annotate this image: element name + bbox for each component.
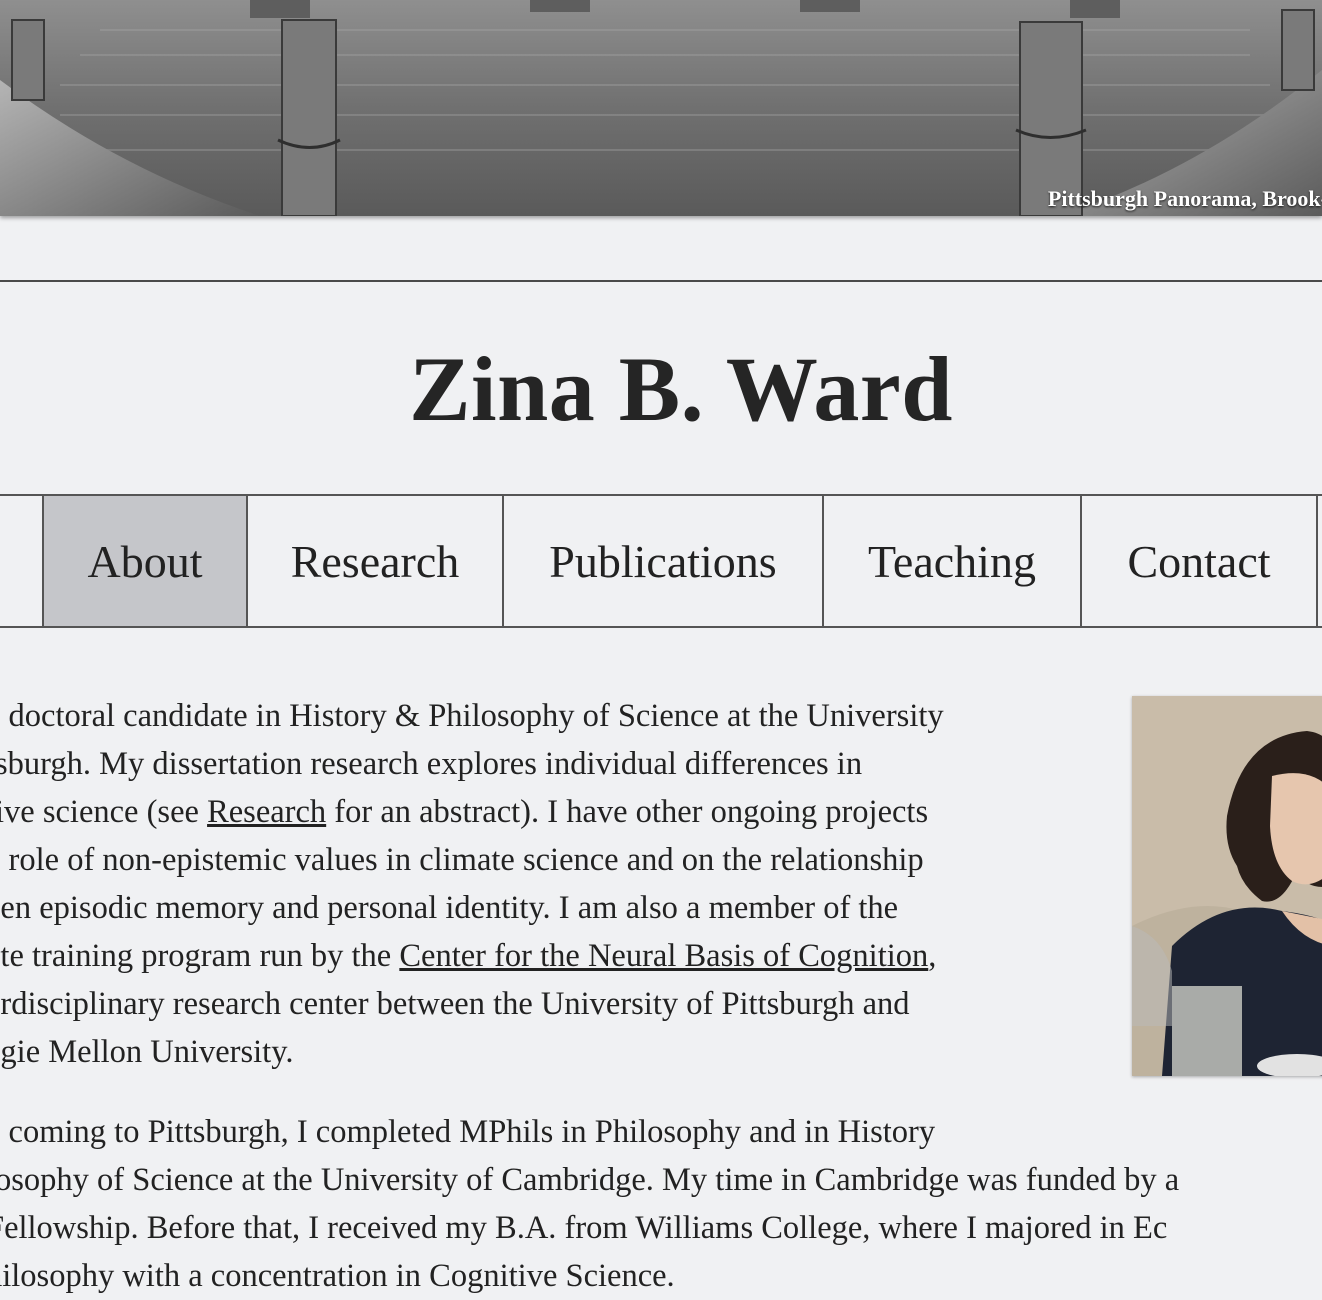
nav-tab-teaching[interactable]: Teaching bbox=[822, 496, 1080, 626]
header-banner-image: Pittsburgh Panorama, Brook- bbox=[0, 0, 1322, 216]
text-line: e coming to Pittsburgh, I completed MPhi… bbox=[0, 1114, 936, 1150]
nav-tab-publications[interactable]: Publications bbox=[502, 496, 822, 626]
about-paragraph-1: a doctoral candidate in History & Philos… bbox=[0, 692, 1096, 1076]
about-paragraph-2: e coming to Pittsburgh, I completed MPhi… bbox=[0, 1108, 1179, 1300]
header-divider bbox=[0, 280, 1322, 282]
text-segment: , bbox=[928, 938, 937, 974]
text-segment: tive science (see bbox=[0, 794, 208, 830]
text-segment: for an abstract). I have other ongoing p… bbox=[326, 794, 929, 830]
text-line: tsburgh. My dissertation research explor… bbox=[0, 746, 863, 782]
research-link[interactable]: Research bbox=[207, 794, 326, 830]
nav-end-divider bbox=[1316, 496, 1318, 626]
text-line: een episodic memory and personal identit… bbox=[0, 890, 899, 926]
pier-panorama-photo bbox=[0, 0, 1322, 216]
nav-tab-research[interactable]: Research bbox=[246, 496, 502, 626]
banner-caption: Pittsburgh Panorama, Brook- bbox=[1047, 186, 1322, 211]
nav-tab-about[interactable]: About bbox=[42, 496, 246, 626]
portrait-photo bbox=[1132, 696, 1322, 1076]
nav-tab-contact[interactable]: Contact bbox=[1080, 496, 1316, 626]
main-navigation: About Research Publications Teaching Con… bbox=[0, 494, 1322, 628]
text-line: erdisciplinary research center between t… bbox=[0, 986, 910, 1022]
text-line: egie Mellon University. bbox=[0, 1034, 294, 1070]
portrait-illustration bbox=[1132, 696, 1322, 1076]
text-line: tive science (see Research for an abstra… bbox=[0, 788, 1096, 836]
text-line: ate training program run by the Center f… bbox=[0, 932, 1096, 980]
text-line: e role of non-epistemic values in climat… bbox=[0, 842, 924, 878]
site-title: Zina B. Ward bbox=[409, 338, 953, 440]
text-line: Fellowship. Before that, I received my B… bbox=[0, 1210, 1168, 1246]
text-line: losophy of Science at the University of … bbox=[0, 1162, 1180, 1198]
text-segment: ate training program run by the bbox=[0, 938, 400, 974]
text-line: a doctoral candidate in History & Philos… bbox=[0, 698, 944, 734]
text-line: hilosophy with a concentration in Cognit… bbox=[0, 1258, 675, 1294]
cnbc-link[interactable]: Center for the Neural Basis of Cognition bbox=[399, 938, 928, 974]
